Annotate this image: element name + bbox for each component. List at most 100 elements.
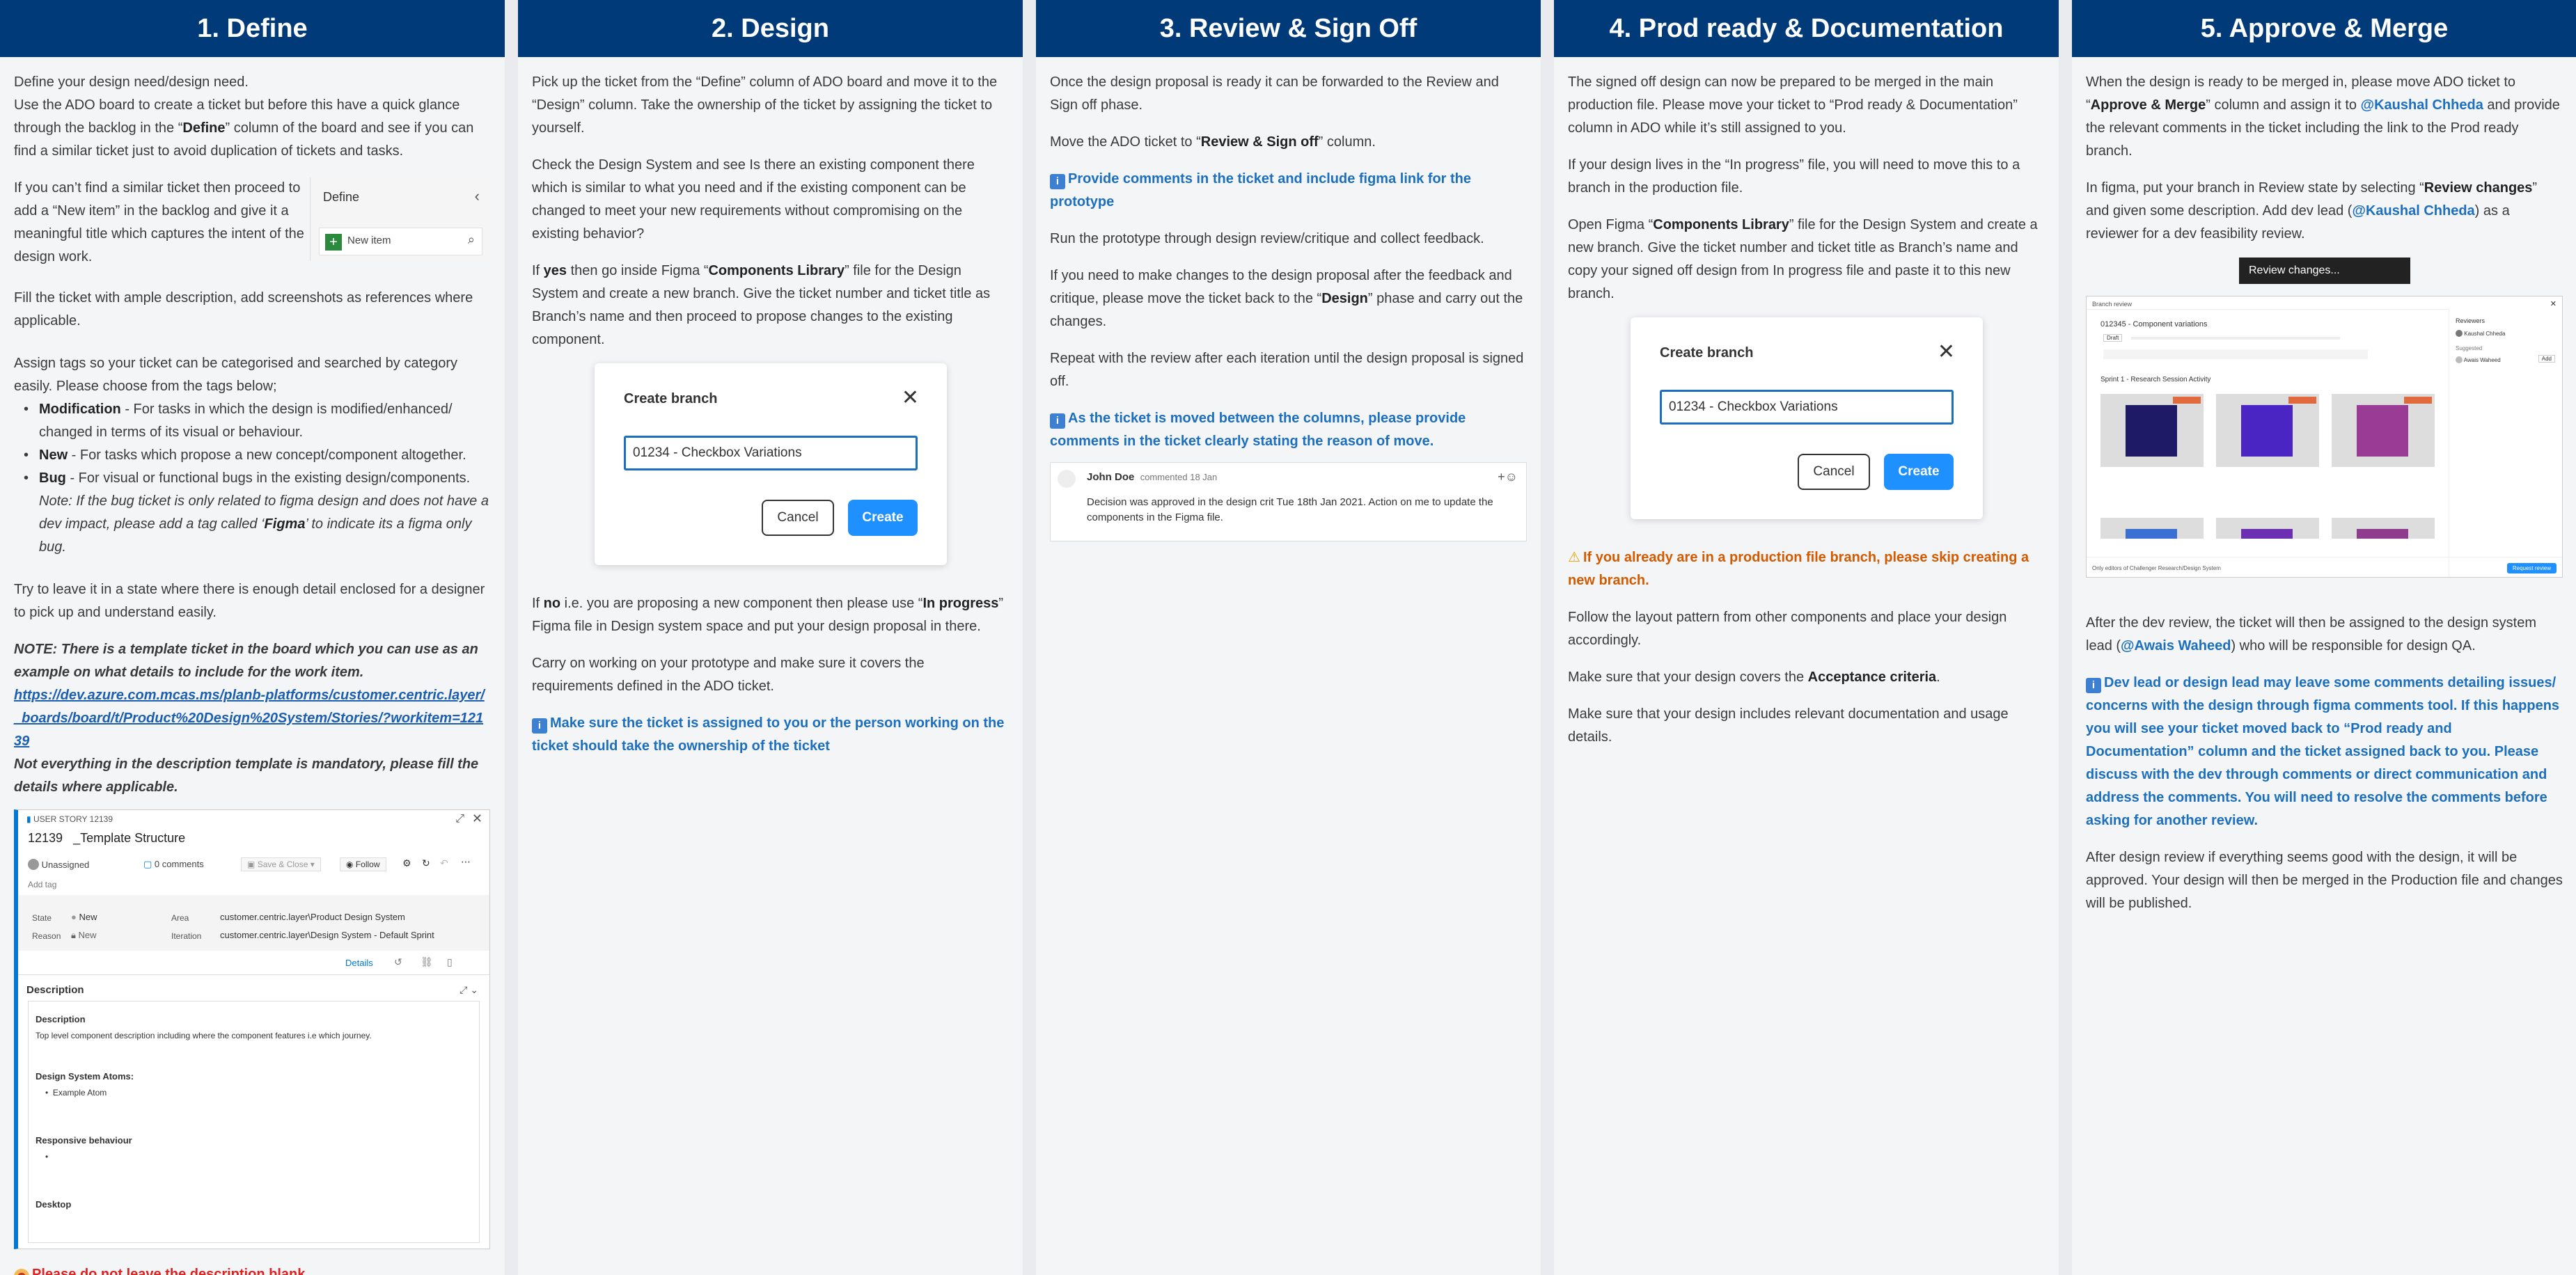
frame-thumbnail[interactable] <box>2100 394 2204 467</box>
frame-thumbnail[interactable] <box>2332 394 2435 467</box>
design-prototype-text: Carry on working on your prototype and m… <box>532 656 925 694</box>
user-story-card: ▮ USER STORY 12139 ⤢ ✕ 12139 _Template S… <box>14 809 490 1249</box>
panel-title: Define <box>323 190 360 204</box>
draft-badge: Draft <box>2103 334 2123 342</box>
desc-text: Top level component description includin… <box>36 1031 372 1040</box>
review-move-text: Move the ADO ticket to “Review & Sign of… <box>1050 134 1376 150</box>
frame-thumbnail[interactable] <box>2332 518 2435 539</box>
state-dot-icon: ● <box>71 912 77 922</box>
close-icon[interactable]: ✕ <box>902 386 919 410</box>
define-column-panel: Define ‹ + New item ⌕ <box>310 177 491 261</box>
desc-subheading: Responsive behaviour <box>36 1135 132 1146</box>
column-title: 5. Approve & Merge <box>2072 0 2576 57</box>
history-icon[interactable]: ↺ <box>394 956 402 968</box>
define-note: NOTE: There is a template ticket in the … <box>14 642 478 680</box>
create-branch-dialog: Create branch ✕ 01234 - Checkbox Variati… <box>1631 317 1983 519</box>
comments-count[interactable]: ▢ 0 comments <box>143 859 204 870</box>
description-heading: Description <box>26 984 84 996</box>
frame-preview <box>2357 405 2408 457</box>
new-item-button[interactable]: + New item ⌕ <box>319 228 482 255</box>
reviewer: Kaushal Chheda <box>2456 330 2505 337</box>
review-changes-button[interactable]: Review changes... <box>2239 258 2410 284</box>
frame-preview <box>2241 529 2293 539</box>
merge-review-text: In figma, put your branch in Review stat… <box>2086 180 2538 241</box>
template-ticket-link[interactable]: https://dev.azure.com.mcas.ms/planb-plat… <box>14 684 491 753</box>
design-yes-text: If yes then go inside Figma “Components … <box>532 263 991 347</box>
define-new-item-text: If you can’t find a similar ticket then … <box>14 180 304 264</box>
column-title: 3. Review & Sign Off <box>1036 0 1541 57</box>
expand-section-icon[interactable]: ⤢ ⌄ <box>460 984 478 996</box>
story-title[interactable]: 12139 _Template Structure <box>28 831 185 846</box>
state-value[interactable]: ● New <box>71 912 97 922</box>
reviewers-label: Reviewers <box>2456 317 2485 324</box>
attachment-icon[interactable]: ▯ <box>447 956 453 968</box>
close-icon[interactable]: ✕ <box>2550 299 2557 308</box>
add-reaction-icon[interactable]: +☺ <box>1498 470 1518 484</box>
chevron-left-icon[interactable]: ‹ <box>475 187 480 205</box>
desc-subheading: Description <box>36 1014 86 1024</box>
area-label: Area <box>171 913 189 923</box>
info-icon: i <box>2086 678 2101 693</box>
branch-name-input[interactable]: 01234 - Checkbox Variations <box>624 436 918 470</box>
comment-header: John Doe commented 18 Jan <box>1087 471 1218 483</box>
frame-thumbnail[interactable] <box>2216 518 2319 539</box>
add-reviewer-button[interactable]: Add <box>2538 355 2555 363</box>
area-value[interactable]: customer.centric.layer\Product Design Sy… <box>220 912 405 922</box>
save-close-button[interactable]: ▣ Save & Close ▾ <box>241 857 321 871</box>
undo-icon[interactable]: ↶ <box>440 857 448 869</box>
define-tags-text: Assign tags so your ticket can be catego… <box>14 356 458 394</box>
frame-thumbnail[interactable] <box>2216 394 2319 467</box>
cancel-button[interactable]: Cancel <box>1798 454 1870 490</box>
define-backlog-text: Use the ADO board to create a ticket but… <box>14 97 474 159</box>
branch-meta <box>2131 337 2340 340</box>
review-callout-2: i As the ticket is moved between the colu… <box>1050 411 1466 449</box>
info-icon: i <box>1050 174 1065 189</box>
iteration-value[interactable]: customer.centric.layer\Design System - D… <box>220 930 434 940</box>
tag-item: Bug - For visual or functional bugs in t… <box>24 467 491 559</box>
dialog-title: Create branch <box>624 391 718 406</box>
comment-card: John Doe commented 18 Jan +☺ Decision wa… <box>1050 462 1527 541</box>
tag-list: Modification - For tasks in which the de… <box>24 398 491 559</box>
prod-branch-text: Open Figma “Components Library” file for… <box>1568 217 2038 301</box>
link-icon[interactable]: ⛓ <box>421 956 433 968</box>
cancel-button[interactable]: Cancel <box>762 500 834 536</box>
frame-thumbnail[interactable] <box>2100 518 2204 539</box>
more-icon[interactable]: ⋯ <box>461 856 471 868</box>
merge-qa-text: After the dev review, the ticket will th… <box>2086 615 2537 654</box>
process-board: 1. Define Define your design need/design… <box>0 0 2576 1275</box>
follow-button[interactable]: ◉ Follow <box>340 857 386 871</box>
review-run-text: Run the prototype through design review/… <box>1050 231 1484 246</box>
tag-item: New - For tasks which propose a new conc… <box>24 444 491 467</box>
tab-details[interactable]: Details <box>345 958 373 968</box>
prod-layout-text: Follow the layout pattern from other com… <box>1568 610 2007 648</box>
reason-value[interactable]: 🔒︎ New <box>71 930 97 941</box>
branch-name-input[interactable]: 01234 - Checkbox Variations <box>1660 390 1954 425</box>
assignee[interactable]: Unassigned <box>28 859 89 870</box>
warning-icon: ⚠ <box>1568 550 1580 565</box>
create-button[interactable]: Create <box>848 500 918 536</box>
iteration-label: Iteration <box>171 931 202 941</box>
search-icon[interactable]: ⌕ <box>468 232 475 247</box>
column-title: 1. Define <box>0 0 505 57</box>
column-define: 1. Define Define your design need/design… <box>0 0 505 1275</box>
settings-icon[interactable]: ⚙ <box>402 857 411 869</box>
close-icon[interactable]: ✕ <box>1938 340 1955 364</box>
define-fill-text: Fill the ticket with ample description, … <box>14 290 473 328</box>
prod-move-text: If your design lives in the “In progress… <box>1568 157 2020 196</box>
description-editor[interactable]: Description Top level component descript… <box>28 1001 480 1243</box>
plus-icon: + <box>325 234 342 251</box>
review-callout-1: i Provide comments in the ticket and incl… <box>1050 171 1471 209</box>
save-icon: ▣ <box>247 860 256 869</box>
expand-icon[interactable]: ⤢ <box>455 813 464 825</box>
add-tag-button[interactable]: Add tag <box>28 880 56 889</box>
close-icon[interactable]: ✕ <box>472 811 482 826</box>
review-intro: Once the design proposal is ready it can… <box>1050 74 1499 113</box>
refresh-icon[interactable]: ↻ <box>422 857 430 869</box>
frame-tag <box>2288 397 2316 404</box>
create-button[interactable]: Create <box>1884 454 1954 490</box>
desc-list-item: • Example Atom <box>45 1088 107 1098</box>
branch-footer-text: Only editors of Challenger Research/Desi… <box>2092 565 2221 571</box>
sprint-heading: Sprint 1 - Research Session Activity <box>2100 376 2211 383</box>
request-review-button[interactable]: Request review <box>2506 563 2557 573</box>
review-repeat-text: Repeat with the review after each iterat… <box>1050 351 1524 389</box>
